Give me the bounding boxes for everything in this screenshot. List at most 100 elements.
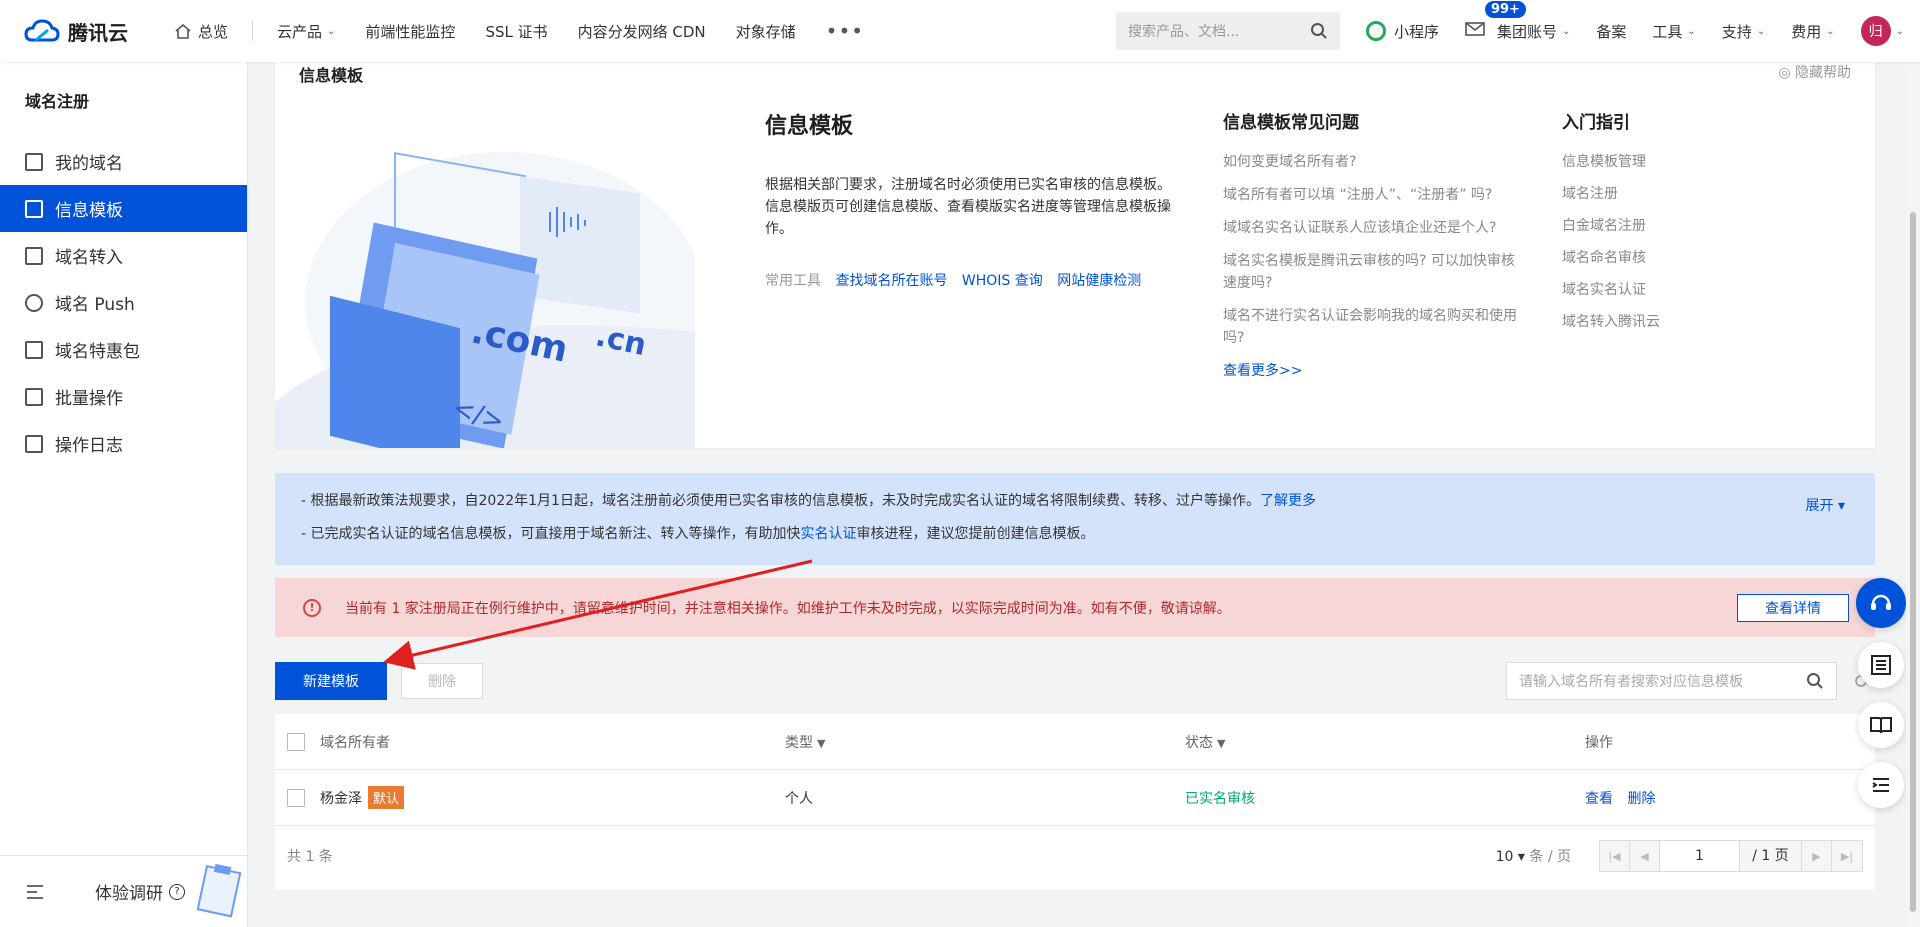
guide-link[interactable]: 域名实名认证 <box>1562 279 1762 298</box>
faq-more-link[interactable]: 查看更多>> <box>1223 360 1523 380</box>
collapse-menu-icon[interactable] <box>25 884 45 900</box>
tool-find-account-link[interactable]: 查找域名所在账号 <box>835 273 947 289</box>
nav-support[interactable]: 支持 ⌄ <box>1722 21 1765 42</box>
guide-link[interactable]: 域名转入腾讯云 <box>1562 311 1762 330</box>
customer-service-icon[interactable] <box>1856 578 1906 628</box>
sidebar-item-packages[interactable]: 域名特惠包 <box>0 326 247 373</box>
mail-icon[interactable]: 99+ <box>1465 1 1526 41</box>
template-table: 域名所有者 类型 ▼ 状态 ▼ 操作 杨金泽 默认 个人 已实名审核 查看 删除 共 … <box>275 714 1875 890</box>
last-page-icon[interactable]: ▶| <box>1832 841 1862 871</box>
select-all-checkbox[interactable] <box>287 732 305 751</box>
scrollbar-thumb[interactable] <box>1910 212 1916 912</box>
first-page-icon[interactable]: |◀ <box>1600 841 1630 871</box>
sidebar-item-push[interactable]: 域名 Push <box>0 279 247 326</box>
nav-rum[interactable]: 前端性能监控 <box>365 21 455 42</box>
total-count: 共 1 条 <box>287 849 333 865</box>
global-search-input[interactable]: 搜索产品、文档... <box>1115 12 1340 50</box>
sidebar-item-logs[interactable]: 操作日志 <box>0 420 247 467</box>
guide-link[interactable]: 信息模板管理 <box>1562 151 1762 170</box>
alert-circle-icon: ! <box>303 598 321 617</box>
template-search-placeholder: 请输入域名所有者搜索对应信息模板 <box>1519 674 1743 690</box>
view-link[interactable]: 查看 <box>1585 791 1613 807</box>
brand-name: 腾讯云 <box>68 20 128 45</box>
nav-tools[interactable]: 工具 ⌄ <box>1652 21 1695 42</box>
nav-billing[interactable]: 费用 ⌄ <box>1791 21 1834 42</box>
nav-overview[interactable]: 总览 <box>174 21 228 42</box>
prev-page-icon[interactable]: ◀ <box>1630 841 1660 871</box>
row-checkbox[interactable] <box>287 788 305 807</box>
nav-cdn[interactable]: 内容分发网络 CDN <box>578 21 706 42</box>
nav-user[interactable]: 归 ⌄ <box>1860 16 1904 46</box>
nav-beian[interactable]: 备案 <box>1596 21 1626 42</box>
nav-cos[interactable]: 对象存储 <box>736 21 796 42</box>
expand-label: 展开 <box>1805 498 1834 514</box>
page-total: / 1 页 <box>1740 841 1802 871</box>
nav-products[interactable]: 云产品 ⌄ <box>277 21 335 42</box>
col-status: 状态 <box>1185 734 1213 751</box>
filter-icon[interactable]: ▼ <box>1217 737 1225 750</box>
survey-entry[interactable]: 体验调研 ? <box>0 855 248 927</box>
next-page-icon[interactable]: ▶ <box>1802 841 1832 871</box>
hide-help-button[interactable]: ◎ 隐藏帮助 <box>1778 62 1851 82</box>
page-controls: |◀ ◀ 1 / 1 页 ▶ ▶| <box>1599 840 1863 872</box>
sidebar-item-label: 我的域名 <box>55 154 123 174</box>
nav-miniprogram[interactable]: 小程序 <box>1365 21 1439 42</box>
real-name-link[interactable]: 实名认证 <box>801 526 857 542</box>
book-icon[interactable] <box>1858 702 1904 748</box>
page-scrollbar[interactable] <box>1906 62 1920 927</box>
gift-icon <box>25 340 43 359</box>
survey-label: 体验调研 <box>95 884 163 904</box>
chevron-down-icon: ⌄ <box>327 25 336 37</box>
intro-section: 信息模板 根据相关部门要求，注册域名时必须使用已实名审核的信息模板。信息模版页可… <box>765 108 1175 290</box>
outline-icon[interactable] <box>1858 762 1904 808</box>
faq-link[interactable]: 域名实名模板是腾讯云审核的吗? 可以加快审核速度吗? <box>1223 250 1523 294</box>
notice-line-1-text: - 根据最新政策法规要求，自2022年1月1日起，域名注册前必须使用已实名审核的… <box>301 493 1260 509</box>
learn-more-link[interactable]: 了解更多 <box>1260 493 1316 509</box>
guide-link[interactable]: 白金域名注册 <box>1562 215 1762 234</box>
list-icon[interactable] <box>1858 642 1904 688</box>
faq-link[interactable]: 域名所有者可以填 “注册人”、“注册者” 吗? <box>1223 184 1523 206</box>
faq-link[interactable]: 域名不进行实名认证会影响我的域名购买和使用吗? <box>1223 305 1523 349</box>
delete-button[interactable]: 删除 <box>401 663 483 699</box>
faq-link[interactable]: 如何变更域名所有者? <box>1223 151 1523 173</box>
nav-rum-label: 前端性能监控 <box>365 22 456 41</box>
table-row: 杨金泽 默认 个人 已实名审核 查看 删除 <box>275 770 1875 826</box>
tool-health-check-link[interactable]: 网站健康检测 <box>1057 273 1141 289</box>
nav-ssl[interactable]: SSL 证书 <box>485 21 547 42</box>
page-input[interactable]: 1 <box>1660 841 1740 871</box>
expand-button[interactable]: 展开 ▾ <box>1806 495 1845 515</box>
notice-line-1: - 根据最新政策法规要求，自2022年1月1日起，域名注册前必须使用已实名审核的… <box>301 485 1849 518</box>
mail-badge: 99+ <box>1484 1 1526 18</box>
chevron-down-icon: ⌄ <box>1756 25 1766 37</box>
delete-link[interactable]: 删除 <box>1627 791 1655 807</box>
notice-line-2: - 已完成实名认证的域名信息模板，可直接用于域名新注、转入等操作，有助加快实名认… <box>301 518 1849 551</box>
sidebar-item-batch[interactable]: 批量操作 <box>0 373 247 420</box>
tool-whois-link[interactable]: WHOIS 查询 <box>962 273 1043 289</box>
nav-group-account[interactable]: 99+ 集团账号 ⌄ <box>1465 1 1571 42</box>
create-template-button[interactable]: 新建模板 <box>275 662 387 700</box>
chevron-down-icon: ⌄ <box>1561 25 1571 37</box>
faq-section: 信息模板常见问题 如何变更域名所有者? 域名所有者可以填 “注册人”、“注册者”… <box>1223 108 1523 380</box>
brand-logo[interactable]: 腾讯云 <box>24 17 174 46</box>
sidebar-item-my-domains[interactable]: 我的域名 <box>0 138 247 185</box>
table-toolbar: 新建模板 删除 请输入域名所有者搜索对应信息模板 <box>275 662 1875 700</box>
nav-cdn-label: 内容分发网络 CDN <box>577 22 706 41</box>
sidebar-item-label: 信息模板 <box>55 201 123 221</box>
guide-link[interactable]: 域名命名审核 <box>1562 247 1762 266</box>
filter-icon[interactable]: ▼ <box>817 737 825 750</box>
more-icon[interactable]: ••• <box>826 19 864 43</box>
faq-link[interactable]: 域域名实名认证联系人应该填企业还是个人? <box>1223 217 1523 239</box>
col-type: 类型 <box>785 734 813 751</box>
template-search-input[interactable]: 请输入域名所有者搜索对应信息模板 <box>1506 662 1837 700</box>
nav-cos-label: 对象存储 <box>735 22 796 41</box>
page-size-select[interactable]: 10 ▾ 条 / 页 <box>1496 846 1571 866</box>
hide-help-label: 隐藏帮助 <box>1795 65 1851 81</box>
search-icon[interactable] <box>1806 672 1824 690</box>
sidebar-item-transfer-in[interactable]: 域名转入 <box>0 232 247 279</box>
sidebar-item-templates[interactable]: 信息模板 <box>0 185 247 232</box>
floating-toolbar <box>1856 578 1908 822</box>
chevron-down-icon: ⌄ <box>1826 25 1835 37</box>
guide-link[interactable]: 域名注册 <box>1562 183 1762 202</box>
home-icon <box>175 23 191 39</box>
view-details-button[interactable]: 查看详情 <box>1737 594 1849 622</box>
